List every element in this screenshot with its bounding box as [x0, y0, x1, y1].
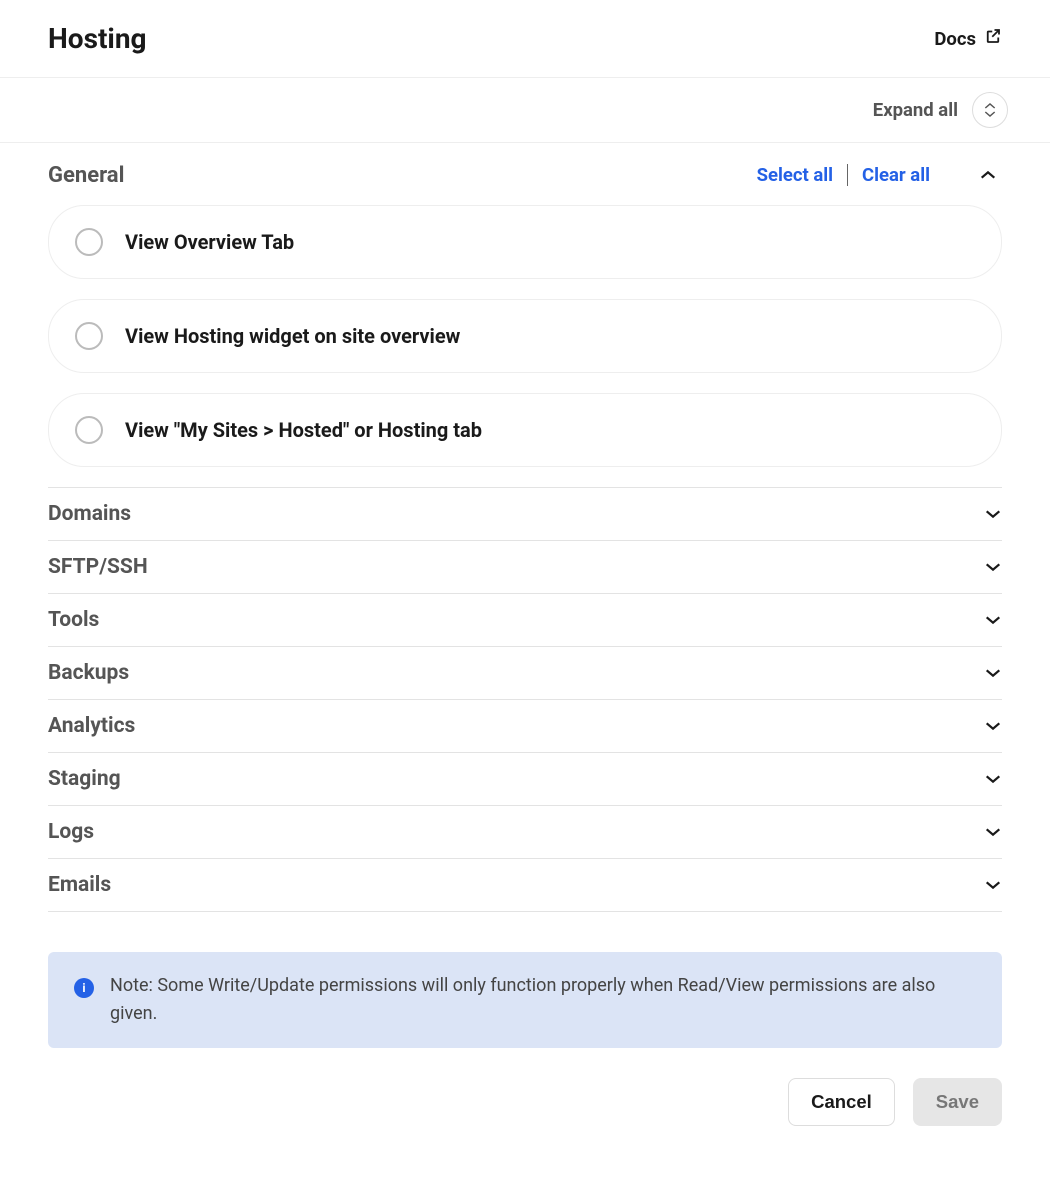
chevron-down-icon	[984, 717, 1002, 736]
section-logs[interactable]: Logs	[48, 805, 1002, 858]
section-title: Logs	[48, 820, 94, 844]
select-all-link[interactable]: Select all	[757, 164, 833, 186]
permission-checkbox[interactable]	[75, 228, 103, 256]
page-title: Hosting	[48, 22, 147, 55]
chevron-up-icon	[983, 102, 997, 110]
section-analytics[interactable]: Analytics	[48, 699, 1002, 752]
section-title: Analytics	[48, 714, 135, 738]
expand-all-button[interactable]	[972, 92, 1008, 128]
section-title: Tools	[48, 608, 99, 632]
chevron-up-icon	[979, 166, 997, 185]
chevron-down-icon	[984, 611, 1002, 630]
section-domains[interactable]: Domains	[48, 487, 1002, 540]
docs-link[interactable]: Docs	[934, 27, 1002, 50]
permission-item[interactable]: View Overview Tab	[48, 205, 1002, 279]
section-staging[interactable]: Staging	[48, 752, 1002, 805]
chevron-down-icon	[984, 664, 1002, 683]
section-general-header: General Select all Clear all	[48, 143, 1002, 205]
section-sftp-ssh[interactable]: SFTP/SSH	[48, 540, 1002, 593]
note-text: Note: Some Write/Update permissions will…	[110, 972, 976, 1028]
section-general-toggle[interactable]	[974, 161, 1002, 189]
permission-label: View Overview Tab	[125, 230, 294, 254]
section-title: Emails	[48, 873, 111, 897]
section-general-title: General	[48, 163, 124, 188]
action-separator	[847, 164, 848, 186]
section-title: Staging	[48, 767, 121, 791]
chevron-down-icon	[984, 558, 1002, 577]
chevron-down-icon	[984, 770, 1002, 789]
chevron-down-icon	[984, 505, 1002, 524]
section-emails[interactable]: Emails	[48, 858, 1002, 911]
external-link-icon	[984, 27, 1002, 50]
chevron-down-icon	[984, 823, 1002, 842]
info-icon: i	[74, 978, 94, 998]
section-backups[interactable]: Backups	[48, 646, 1002, 699]
docs-label: Docs	[934, 28, 976, 50]
expand-all-row: Expand all	[0, 78, 1050, 143]
section-title: SFTP/SSH	[48, 555, 148, 579]
footer-actions: Cancel Save	[48, 1078, 1002, 1156]
permission-label: View "My Sites > Hosted" or Hosting tab	[125, 418, 482, 442]
permission-label: View Hosting widget on site overview	[125, 324, 460, 348]
section-tools[interactable]: Tools	[48, 593, 1002, 646]
clear-all-link[interactable]: Clear all	[862, 164, 930, 186]
note-banner: i Note: Some Write/Update permissions wi…	[48, 952, 1002, 1048]
save-button[interactable]: Save	[913, 1078, 1002, 1126]
page-header: Hosting Docs	[0, 0, 1050, 78]
cancel-button[interactable]: Cancel	[788, 1078, 895, 1126]
permission-checkbox[interactable]	[75, 322, 103, 350]
permission-checkbox[interactable]	[75, 416, 103, 444]
chevron-down-icon	[984, 876, 1002, 895]
expand-all-label: Expand all	[873, 99, 958, 121]
permission-item[interactable]: View Hosting widget on site overview	[48, 299, 1002, 373]
section-title: Backups	[48, 661, 129, 685]
chevron-down-icon	[983, 110, 997, 118]
permission-item[interactable]: View "My Sites > Hosted" or Hosting tab	[48, 393, 1002, 467]
section-title: Domains	[48, 502, 131, 526]
